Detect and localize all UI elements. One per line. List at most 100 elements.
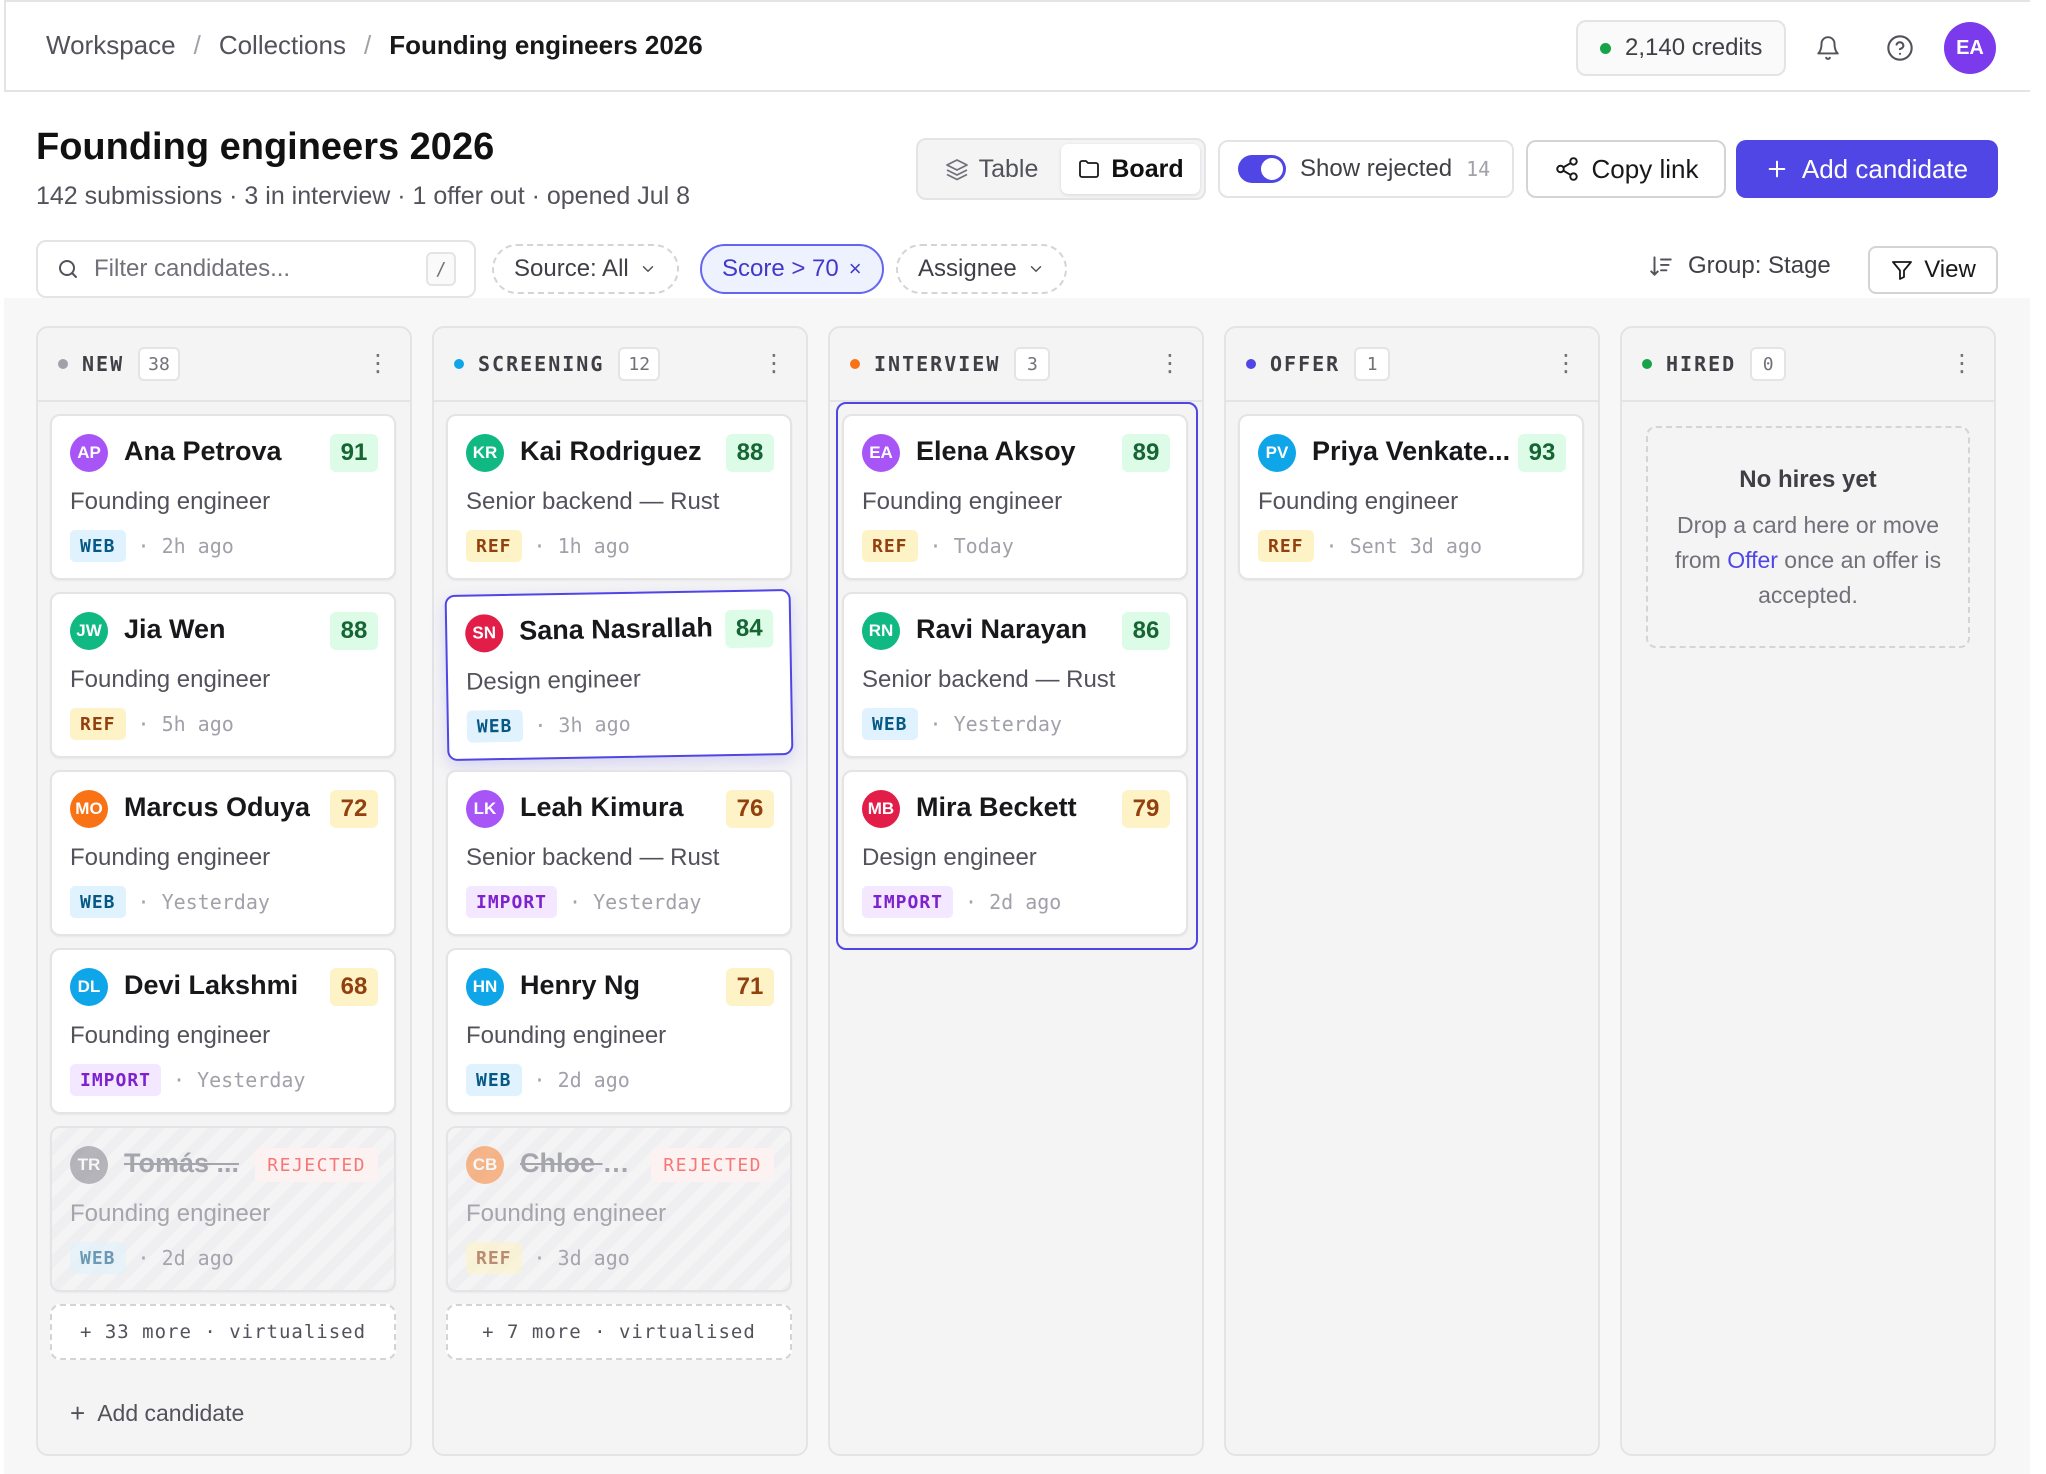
more-vertical-icon[interactable]: ⋮ bbox=[762, 352, 786, 376]
bell-icon[interactable] bbox=[1808, 28, 1848, 68]
candidate-card[interactable]: MB Mira Beckett 79 Design engineer IMPORT · 2d… bbox=[842, 770, 1188, 936]
separator-dot: · bbox=[173, 1068, 186, 1092]
candidate-name: Leah Kimura bbox=[520, 792, 684, 822]
column-count: 12 bbox=[618, 347, 661, 381]
add-candidate-button[interactable]: Add candidate bbox=[1736, 140, 1998, 198]
empty-state: No hires yet Drop a card here or move fro… bbox=[1646, 426, 1970, 648]
score-badge: 93 bbox=[1518, 434, 1566, 472]
breadcrumb-collections[interactable]: Collections bbox=[219, 30, 346, 61]
more-vertical-icon[interactable]: ⋮ bbox=[1950, 352, 1974, 376]
source-tag: IMPORT bbox=[862, 886, 954, 918]
layers-icon bbox=[945, 159, 968, 181]
status-dot bbox=[1600, 42, 1611, 54]
source-filter[interactable]: Source: All bbox=[492, 244, 679, 294]
search-placeholder: Filter candidates... bbox=[94, 255, 291, 282]
tab-board[interactable]: Board bbox=[1061, 144, 1200, 194]
user-avatar[interactable]: EA bbox=[1944, 22, 1996, 74]
candidate-card[interactable]: CB Chloe B... REJECTED Founding engineer REF… bbox=[446, 1126, 792, 1292]
candidate-card[interactable]: JW Jia Wen 88 Founding engineer REF · 5h ago bbox=[50, 592, 396, 758]
score-filter[interactable]: Score > 70 × bbox=[700, 244, 884, 294]
candidate-card[interactable]: MO Marcus Oduya 72 Founding engineer WEB · Yes… bbox=[50, 770, 396, 936]
page-subtitle: 142 submissions · 3 in interview · 1 off… bbox=[36, 182, 691, 210]
column-title: SCREENING bbox=[478, 352, 605, 376]
candidate-card[interactable]: PV Priya Venkate... 93 Founding engineer REF… bbox=[1238, 414, 1584, 580]
copy-link-button[interactable]: Copy link bbox=[1526, 140, 1726, 198]
offer-link[interactable]: Offer bbox=[1727, 547, 1778, 573]
card-meta: WEB · 3h ago bbox=[466, 708, 631, 743]
score-filter-label: Score > 70 bbox=[722, 255, 839, 282]
more-candidates[interactable]: + 7 more · virtualised bbox=[446, 1304, 792, 1360]
column-screening: SCREENING 12 ⋮ KR Kai Rodriguez 88 Senior back… bbox=[432, 326, 808, 1456]
add-candidate-link[interactable]: + Add candidate bbox=[70, 1398, 244, 1429]
avatar: MO bbox=[70, 790, 108, 828]
show-rejected-toggle[interactable]: Show rejected 14 bbox=[1218, 140, 1514, 198]
show-rejected-label: Show rejected bbox=[1300, 155, 1453, 182]
candidate-name: Sana Nasrallah bbox=[518, 612, 714, 646]
help-icon[interactable] bbox=[1880, 28, 1920, 68]
breadcrumb-current: Founding engineers 2026 bbox=[389, 30, 703, 60]
plus-icon bbox=[1768, 160, 1786, 178]
more-vertical-icon[interactable]: ⋮ bbox=[1158, 352, 1182, 376]
more-candidates[interactable]: + 33 more · virtualised bbox=[50, 1304, 396, 1360]
source-tag: WEB bbox=[466, 1064, 522, 1096]
candidate-card[interactable]: AP Ana Petrova 91 Founding engineer WEB · 2h a… bbox=[50, 414, 396, 580]
score-badge: 71 bbox=[726, 968, 774, 1006]
tab-table[interactable]: Table bbox=[922, 144, 1061, 194]
breadcrumb-workspace[interactable]: Workspace bbox=[46, 30, 176, 61]
candidate-role: Founding engineer bbox=[1258, 488, 1459, 515]
source-tag: REF bbox=[70, 708, 126, 740]
candidate-card[interactable]: HN Henry Ng 71 Founding engineer WEB · 2d ago bbox=[446, 948, 792, 1114]
card-meta: REF · Today bbox=[862, 530, 1014, 562]
candidate-role: Founding engineer bbox=[70, 1200, 271, 1227]
card-meta: IMPORT · Yesterday bbox=[70, 1064, 305, 1096]
candidate-role: Senior backend — Rust bbox=[466, 488, 720, 515]
candidate-name: Henry Ng bbox=[520, 970, 641, 1000]
credits-badge[interactable]: 2,140 credits bbox=[1576, 20, 1787, 76]
tab-board-label: Board bbox=[1111, 154, 1184, 183]
candidate-name: Ravi Narayan bbox=[916, 614, 1088, 644]
candidate-card[interactable]: RN Ravi Narayan 86 Senior backend — Rust WEB… bbox=[842, 592, 1188, 758]
view-label: View bbox=[1924, 256, 1976, 283]
stage-dot bbox=[1642, 359, 1652, 369]
toggle-switch[interactable] bbox=[1238, 155, 1286, 183]
candidate-card[interactable]: EA Elena Aksoy 89 Founding engineer REF · Toda… bbox=[842, 414, 1188, 580]
candidate-card[interactable]: TR Tomás ... REJECTED Founding engineer WEB ·… bbox=[50, 1126, 396, 1292]
card-meta: REF · 5h ago bbox=[70, 708, 234, 740]
card-meta: WEB · 2d ago bbox=[466, 1064, 630, 1096]
avatar: SN bbox=[464, 614, 504, 653]
more-vertical-icon[interactable]: ⋮ bbox=[1554, 352, 1578, 376]
group-by-control[interactable]: Group: Stage bbox=[1648, 252, 1831, 280]
card-meta: REF · 1h ago bbox=[466, 530, 630, 562]
score-badge: 76 bbox=[726, 790, 774, 828]
view-toggle: Table Board bbox=[916, 138, 1206, 200]
copy-link-label: Copy link bbox=[1591, 153, 1699, 184]
column-title: NEW bbox=[82, 352, 125, 376]
candidate-name: Devi Lakshmi bbox=[124, 970, 299, 1000]
more-vertical-icon[interactable]: ⋮ bbox=[366, 352, 390, 376]
view-button[interactable]: View bbox=[1868, 246, 1998, 294]
candidate-card[interactable]: DL Devi Lakshmi 68 Founding engineer IMPORT ·… bbox=[50, 948, 396, 1114]
empty-message: Drop a card here or move from Offer once… bbox=[1674, 512, 1942, 608]
candidate-name: Marcus Oduya bbox=[124, 792, 311, 822]
timestamp: 2d ago bbox=[557, 1068, 630, 1092]
assignee-filter[interactable]: Assignee bbox=[896, 244, 1067, 294]
rejected-count: 14 bbox=[1466, 157, 1491, 181]
timestamp: Yesterday bbox=[593, 890, 702, 914]
chevron-down-icon bbox=[1030, 266, 1041, 273]
source-tag: WEB bbox=[70, 530, 126, 562]
add-candidate-label: Add candidate bbox=[1801, 153, 1969, 184]
close-icon[interactable]: × bbox=[849, 256, 862, 282]
breadcrumb-separator: / bbox=[363, 30, 372, 60]
candidate-card[interactable]: SN Sana Nasrallah 84 Design engineer WEB · 3h … bbox=[444, 588, 794, 762]
timestamp: Sent 3d ago bbox=[1349, 534, 1483, 558]
column-header: INTERVIEW 3 ⋮ bbox=[830, 328, 1202, 402]
card-meta: REF · Sent 3d ago bbox=[1258, 530, 1482, 562]
candidate-card[interactable]: LK Leah Kimura 76 Senior backend — Rust IMPO… bbox=[446, 770, 792, 936]
stage-dot bbox=[58, 359, 68, 369]
column-title: OFFER bbox=[1270, 352, 1341, 376]
timestamp: 2h ago bbox=[161, 534, 234, 558]
search-input[interactable]: Filter candidates... / bbox=[36, 240, 476, 298]
stage-dot bbox=[850, 359, 860, 369]
candidate-card[interactable]: KR Kai Rodriguez 88 Senior backend — Rust RE… bbox=[446, 414, 792, 580]
card-meta: WEB · 2d ago bbox=[70, 1242, 234, 1274]
